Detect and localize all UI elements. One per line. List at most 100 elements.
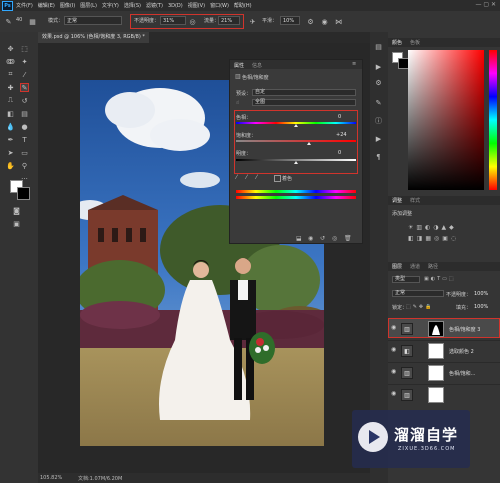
menu-filter[interactable]: 滤镜(T)	[146, 2, 163, 9]
mode-select[interactable]: 正常	[64, 16, 122, 25]
healing-brush-icon[interactable]: ✚	[6, 83, 15, 92]
hand-tool-icon[interactable]: ✋	[6, 161, 15, 170]
layer-name[interactable]: 选取颜色 2	[449, 348, 474, 355]
symmetry-icon[interactable]: ⋈	[334, 17, 343, 26]
properties-panel-icon[interactable]: ▶	[374, 134, 383, 143]
zoom-level[interactable]: 105.82%	[40, 475, 62, 481]
history-panel-icon[interactable]: ▤	[374, 42, 383, 51]
layer-mask-thumbnail[interactable]	[428, 387, 444, 403]
tab-color[interactable]: 颜色	[392, 39, 402, 46]
background-color-swatch[interactable]	[17, 187, 30, 200]
window-controls[interactable]: — ▢ ✕	[475, 1, 496, 8]
menu-help[interactable]: 帮助(H)	[234, 2, 252, 9]
preset-select[interactable]: 自定	[252, 89, 356, 96]
actions-panel-icon[interactable]: ▶	[374, 62, 383, 71]
menu-type[interactable]: 文字(Y)	[102, 2, 119, 9]
lasso-tool-icon[interactable]: ↂ	[6, 57, 15, 66]
screen-mode-icon[interactable]: ▣	[12, 219, 21, 228]
layer-mask-thumbnail[interactable]	[428, 365, 444, 381]
color-picker-field[interactable]	[408, 50, 484, 190]
tab-adjustments[interactable]: 调整	[392, 197, 402, 204]
layer-row[interactable]: ◉ ▥ 色相/饱和...	[388, 362, 500, 382]
menu-layer[interactable]: 图层(L)	[80, 2, 97, 9]
tab-properties[interactable]: 属性	[234, 62, 244, 69]
menu-edit[interactable]: 编辑(E)	[38, 2, 55, 9]
lightness-value[interactable]: 0	[338, 150, 341, 156]
brush-preset-icon[interactable]: ✎	[4, 17, 13, 26]
brush-settings-icon[interactable]: ✎	[374, 98, 383, 107]
tab-paths[interactable]: 路径	[428, 263, 438, 270]
eyedropper-icon-a[interactable]: ⁄	[236, 174, 237, 181]
layer-mask-thumbnail[interactable]	[428, 343, 444, 359]
layer-filter-icons[interactable]: ▣◐T▭⬚	[424, 276, 456, 282]
brush-tool-icon[interactable]: ✎	[20, 83, 29, 92]
tab-info[interactable]: 信息	[252, 62, 262, 69]
layer-name[interactable]: 色相/饱和...	[449, 370, 475, 377]
path-select-icon[interactable]: ➤	[6, 148, 15, 157]
pressure-opacity-icon[interactable]: ◎	[188, 17, 197, 26]
dodge-icon[interactable]: ●	[20, 122, 29, 131]
blend-mode-select[interactable]: 正常	[392, 290, 444, 297]
move-tool-icon[interactable]: ✥	[6, 44, 15, 53]
tab-layers[interactable]: 图层	[392, 263, 402, 270]
quick-select-icon[interactable]: ✦	[20, 57, 29, 66]
menu-window[interactable]: 窗口(W)	[210, 2, 229, 9]
tab-styles[interactable]: 样式	[410, 197, 420, 204]
layer-kind-filter[interactable]: 类型	[392, 276, 420, 283]
eraser-icon[interactable]: ◧	[6, 109, 15, 118]
document-size[interactable]: 文档:1.07M/6.20M	[78, 475, 122, 482]
hue-value[interactable]: 0	[338, 114, 341, 120]
saturation-slider-track[interactable]	[236, 140, 356, 142]
menu-file[interactable]: 文件(F)	[16, 2, 33, 9]
quick-mask-icon[interactable]: ◙	[12, 206, 21, 215]
adjustment-icons-grid[interactable]: ☀▥◐◑▲◆ ◧◨▦◎▣◌	[408, 222, 488, 244]
pressure-size-icon[interactable]: ◉	[320, 17, 329, 26]
view-previous-icon[interactable]: ◉	[308, 235, 313, 242]
pen-tool-icon[interactable]: ✒	[6, 135, 15, 144]
visibility-eye-icon[interactable]: ◎	[332, 235, 337, 242]
layer-opacity-value[interactable]: 100%	[474, 291, 488, 297]
hue-slider-thumb[interactable]	[294, 124, 298, 127]
flow-field[interactable]: 21%	[218, 16, 240, 25]
layer-visibility-eye-icon[interactable]: ◉	[391, 347, 397, 353]
tab-swatches[interactable]: 色板	[410, 39, 420, 46]
fill-value[interactable]: 100%	[474, 304, 488, 310]
lock-icons[interactable]: ⬚✎✥🔒	[406, 304, 433, 310]
hue-spectrum-slider[interactable]	[489, 50, 497, 190]
clone-stamp-icon[interactable]: ⎍	[6, 96, 15, 105]
brush-size[interactable]: 40	[16, 17, 22, 23]
layer-row[interactable]: ◉ ◧ 选取颜色 2	[388, 340, 500, 360]
gradient-icon[interactable]: ▤	[20, 109, 29, 118]
layer-visibility-eye-icon[interactable]: ◉	[391, 391, 397, 397]
airbrush-icon[interactable]: ✈	[248, 17, 257, 26]
menu-3d[interactable]: 3D(D)	[168, 3, 183, 9]
zoom-tool-icon[interactable]: ⚲	[20, 161, 29, 170]
blur-icon[interactable]: 💧	[6, 122, 15, 131]
smooth-field[interactable]: 10%	[280, 16, 300, 25]
layer-row[interactable]: ◉ ▥	[388, 384, 500, 404]
delete-icon[interactable]: 🗑	[344, 235, 352, 242]
info-panel-icon[interactable]: ⓘ	[374, 116, 383, 125]
menu-image[interactable]: 图像(I)	[60, 2, 75, 9]
menu-view[interactable]: 视图(V)	[188, 2, 205, 9]
colorize-checkbox[interactable]	[274, 175, 281, 182]
brush-panel-icon[interactable]: ▦	[28, 17, 37, 26]
saturation-slider-thumb[interactable]	[307, 142, 311, 145]
reset-icon[interactable]: ↺	[320, 235, 325, 242]
saturation-value[interactable]: +24	[336, 132, 347, 138]
lightness-slider-thumb[interactable]	[294, 161, 298, 164]
menu-select[interactable]: 选择(S)	[124, 2, 141, 9]
eyedropper-icon[interactable]: ⁄	[20, 70, 29, 79]
character-panel-icon[interactable]: ¶	[374, 152, 383, 161]
panel-menu-icon[interactable]: ≡	[352, 61, 356, 67]
eyedropper-minus-icon[interactable]: ⁄	[256, 174, 257, 181]
target-adjust-icon[interactable]: ☝	[236, 100, 239, 106]
channel-select[interactable]: 全图	[252, 99, 356, 106]
history-brush-icon[interactable]: ↺	[20, 96, 29, 105]
eyedropper-plus-icon[interactable]: ⁄	[246, 174, 247, 181]
swatches-panel-icon[interactable]: ⚙	[374, 78, 383, 87]
type-tool-icon[interactable]: T	[20, 135, 29, 144]
marquee-tool-icon[interactable]: ⬚	[20, 44, 29, 53]
settings-gear-icon[interactable]: ⚙	[306, 17, 315, 26]
clip-to-layer-icon[interactable]: ⬓	[296, 235, 302, 242]
